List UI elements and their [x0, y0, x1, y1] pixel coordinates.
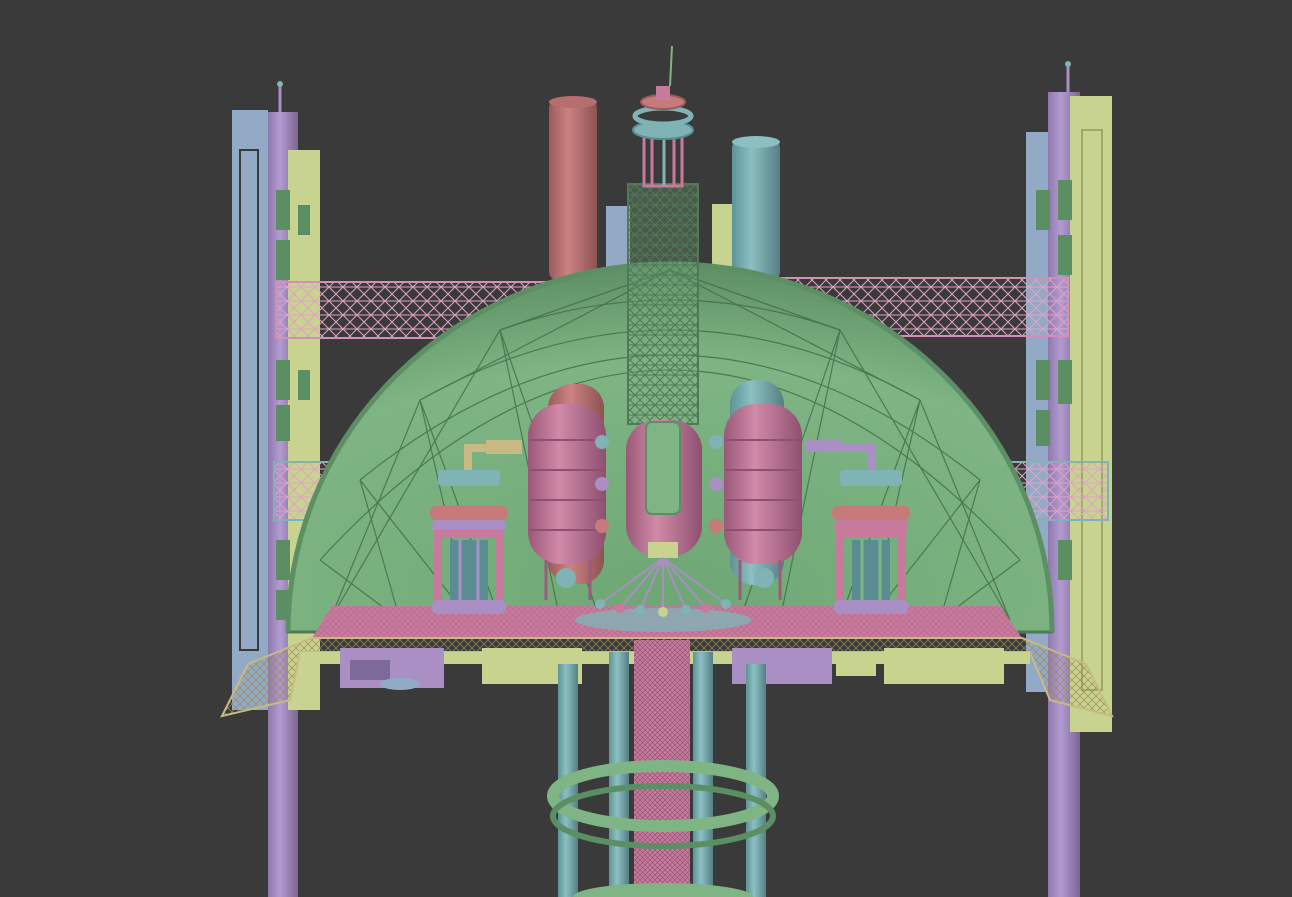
tank-left [528, 404, 606, 564]
pylon-yellow-right [1070, 96, 1112, 732]
pylon-blue-left [232, 110, 268, 710]
3d-viewport[interactable] [0, 0, 1292, 897]
tank-right [724, 404, 802, 564]
block-yellow [712, 204, 732, 274]
cooling-tower-right [732, 140, 780, 280]
scene-render [220, 45, 1114, 897]
cooling-tower-left [549, 100, 597, 280]
central-lattice-tower [627, 45, 699, 425]
